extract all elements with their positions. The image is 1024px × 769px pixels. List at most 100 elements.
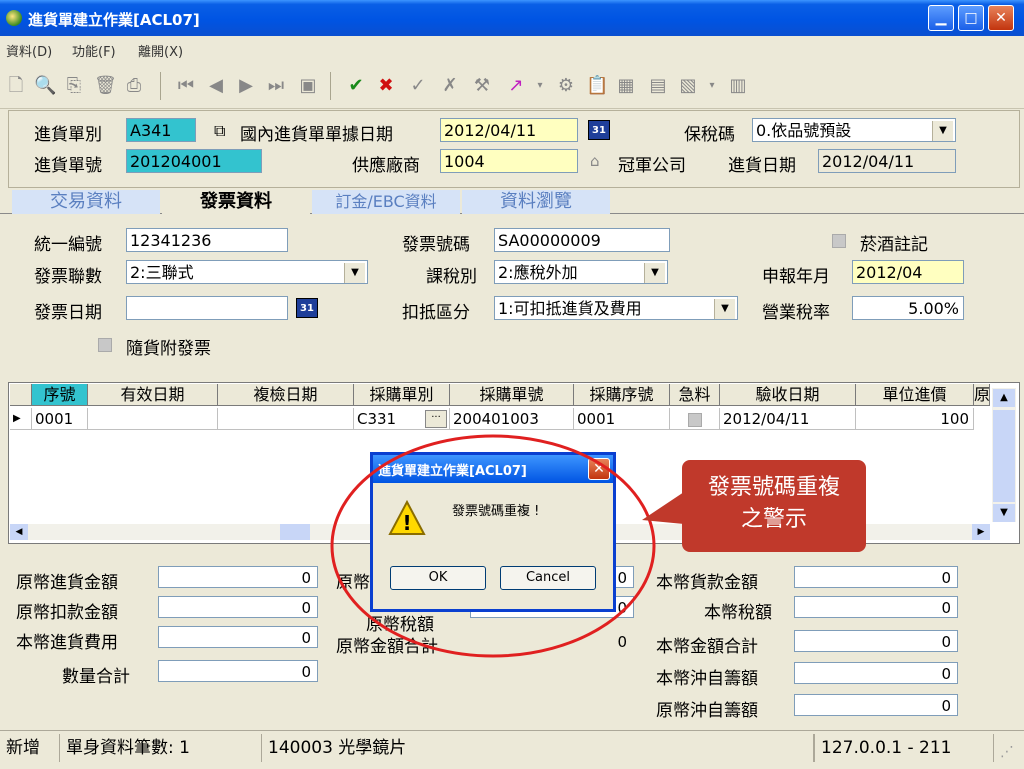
unapprove-icon[interactable]: ✗ (440, 76, 460, 96)
total-field[interactable]: 0 (158, 566, 318, 588)
col-header-seq[interactable]: 序號 (32, 384, 88, 406)
report-field[interactable]: 2012/04 (852, 260, 964, 284)
urgent-checkbox[interactable] (688, 413, 702, 427)
vendor-lookup-icon[interactable]: ⌂ (590, 152, 600, 170)
horizontal-scroll-thumb[interactable] (280, 524, 310, 540)
recv-date-field[interactable]: 2012/04/11 (818, 149, 956, 173)
confirm-icon[interactable]: ✔ (346, 76, 366, 96)
grid-icon[interactable]: ▦ (616, 76, 636, 96)
note-icon[interactable]: ▥ (728, 76, 748, 96)
status-mode: 新增 (0, 734, 60, 762)
total-label: 原幣進貨金額 (16, 573, 118, 593)
chevron-down-icon[interactable]: ▼ (644, 263, 665, 283)
tab-deposit[interactable]: 訂金/EBC資料 (312, 190, 460, 214)
approve-icon[interactable]: ✓ (408, 76, 428, 96)
previous-record-icon[interactable]: ◀ (206, 76, 226, 96)
cell-seq[interactable]: 0001 (32, 408, 88, 430)
clipboard-icon[interactable]: 📋 (586, 76, 608, 96)
tab-transaction[interactable]: 交易資料 (12, 190, 160, 214)
col-header-recheck-date[interactable]: 複檢日期 (218, 384, 354, 406)
window-dropdown-icon[interactable]: ▾ (702, 76, 722, 96)
menu-data[interactable]: 資料(D) (6, 41, 52, 60)
invdate-field[interactable] (126, 296, 288, 320)
col-header-po-no[interactable]: 採購單號 (450, 384, 574, 406)
col-header-original[interactable]: 原 (974, 384, 990, 406)
cell-po-seq[interactable]: 0001 (574, 408, 670, 430)
query-icon[interactable]: ▣ (298, 76, 318, 96)
window-icon[interactable]: ▧ (678, 76, 698, 96)
ellipsis-icon[interactable]: ··· (425, 410, 447, 428)
col-header-po-seq[interactable]: 採購序號 (574, 384, 670, 406)
total-field[interactable]: 0 (158, 660, 318, 682)
copies-select[interactable]: 2:三聯式 ▼ (126, 260, 368, 284)
close-button[interactable]: ✕ (988, 5, 1014, 31)
chevron-down-icon[interactable]: ▼ (344, 263, 365, 283)
deduct-select[interactable]: 1:可扣抵進貨及費用 ▼ (494, 296, 738, 320)
scroll-left-icon[interactable]: ◀ (10, 524, 28, 540)
next-record-icon[interactable]: ▶ (236, 76, 256, 96)
print-icon[interactable]: ⎙ (124, 76, 144, 96)
delete-icon[interactable]: 🗑 (94, 76, 117, 96)
scroll-up-icon[interactable]: ▲ (993, 389, 1015, 407)
chart-dropdown-icon[interactable]: ▾ (530, 76, 550, 96)
uniform-field[interactable]: 12341236 (126, 228, 288, 252)
tab-browse[interactable]: 資料瀏覽 (462, 190, 610, 214)
type-field[interactable]: A341 (126, 118, 196, 142)
total-field[interactable]: 0 (794, 596, 958, 618)
globe-icon[interactable]: ⚙ (556, 76, 576, 96)
scroll-down-icon[interactable]: ▼ (993, 504, 1015, 522)
tobacco-checkbox[interactable] (832, 234, 846, 248)
cell-valid-date[interactable] (88, 408, 218, 430)
chevron-down-icon[interactable]: ▼ (714, 299, 735, 319)
calendar-icon[interactable]: 31 (296, 298, 318, 318)
app-icon (6, 10, 22, 26)
cell-po-no[interactable]: 200401003 (450, 408, 574, 430)
tab-invoice[interactable]: 發票資料 (162, 190, 310, 214)
col-header-valid-date[interactable]: 有效日期 (88, 384, 218, 406)
tools-icon[interactable]: ⚒ (472, 76, 492, 96)
new-icon[interactable]: 🗋 (6, 76, 26, 96)
cell-urgent[interactable] (670, 408, 720, 430)
menu-function[interactable]: 功能(F) (72, 41, 116, 60)
bonded-select[interactable]: 0.依品號預設 ▼ (752, 118, 956, 142)
col-header-accept-date[interactable]: 驗收日期 (720, 384, 856, 406)
invno-field[interactable]: SA00000009 (494, 228, 670, 252)
bonded-label: 保稅碼 (684, 125, 735, 145)
copy-icon[interactable]: ⎘ (64, 76, 84, 96)
preview-icon[interactable]: 🔍 (34, 76, 56, 96)
total-field[interactable]: 0 (794, 662, 958, 684)
taxtype-select[interactable]: 2:應稅外加 ▼ (494, 260, 668, 284)
first-record-icon[interactable]: ⏮ (176, 76, 196, 96)
total-field[interactable]: 0 (158, 626, 318, 648)
cell-recheck-date[interactable] (218, 408, 354, 430)
vendor-field[interactable]: 1004 (440, 149, 578, 173)
link-icon[interactable]: ⧉ (214, 121, 225, 141)
calendar-icon[interactable]: 31 (588, 120, 610, 140)
doc-date-field[interactable]: 2012/04/11 (440, 118, 578, 142)
vertical-scroll-thumb[interactable] (993, 410, 1015, 502)
maximize-button[interactable]: □ (958, 5, 984, 31)
total-field[interactable]: 0 (794, 630, 958, 652)
col-header-po-type[interactable]: 採購單別 (354, 384, 450, 406)
resize-grip-icon[interactable]: ⋰ (1000, 744, 1014, 760)
attached-checkbox[interactable] (98, 338, 112, 352)
col-header-unit-price[interactable]: 單位進價 (856, 384, 974, 406)
taxrate-field[interactable]: 5.00% (852, 296, 964, 320)
chart-icon[interactable]: ↗ (506, 76, 526, 96)
total-field[interactable]: 0 (158, 596, 318, 618)
chevron-down-icon[interactable]: ▼ (932, 121, 953, 141)
cell-unit-price[interactable]: 100 (856, 408, 974, 430)
last-record-icon[interactable]: ⏭ (266, 76, 286, 96)
total-field[interactable]: 0 (794, 694, 958, 716)
total-field[interactable]: 0 (794, 566, 958, 588)
taxrate-label: 營業稅率 (762, 303, 830, 323)
cell-po-type[interactable]: C331 ··· (354, 408, 450, 430)
calculator-icon[interactable]: ▤ (648, 76, 668, 96)
minimize-button[interactable]: ▁ (928, 5, 954, 31)
no-field[interactable]: 201204001 (126, 149, 262, 173)
scroll-right-icon[interactable]: ▶ (972, 524, 990, 540)
col-header-urgent[interactable]: 急料 (670, 384, 720, 406)
cancel-icon[interactable]: ✖ (376, 76, 396, 96)
cell-accept-date[interactable]: 2012/04/11 (720, 408, 856, 430)
menu-exit[interactable]: 離開(X) (138, 41, 183, 60)
